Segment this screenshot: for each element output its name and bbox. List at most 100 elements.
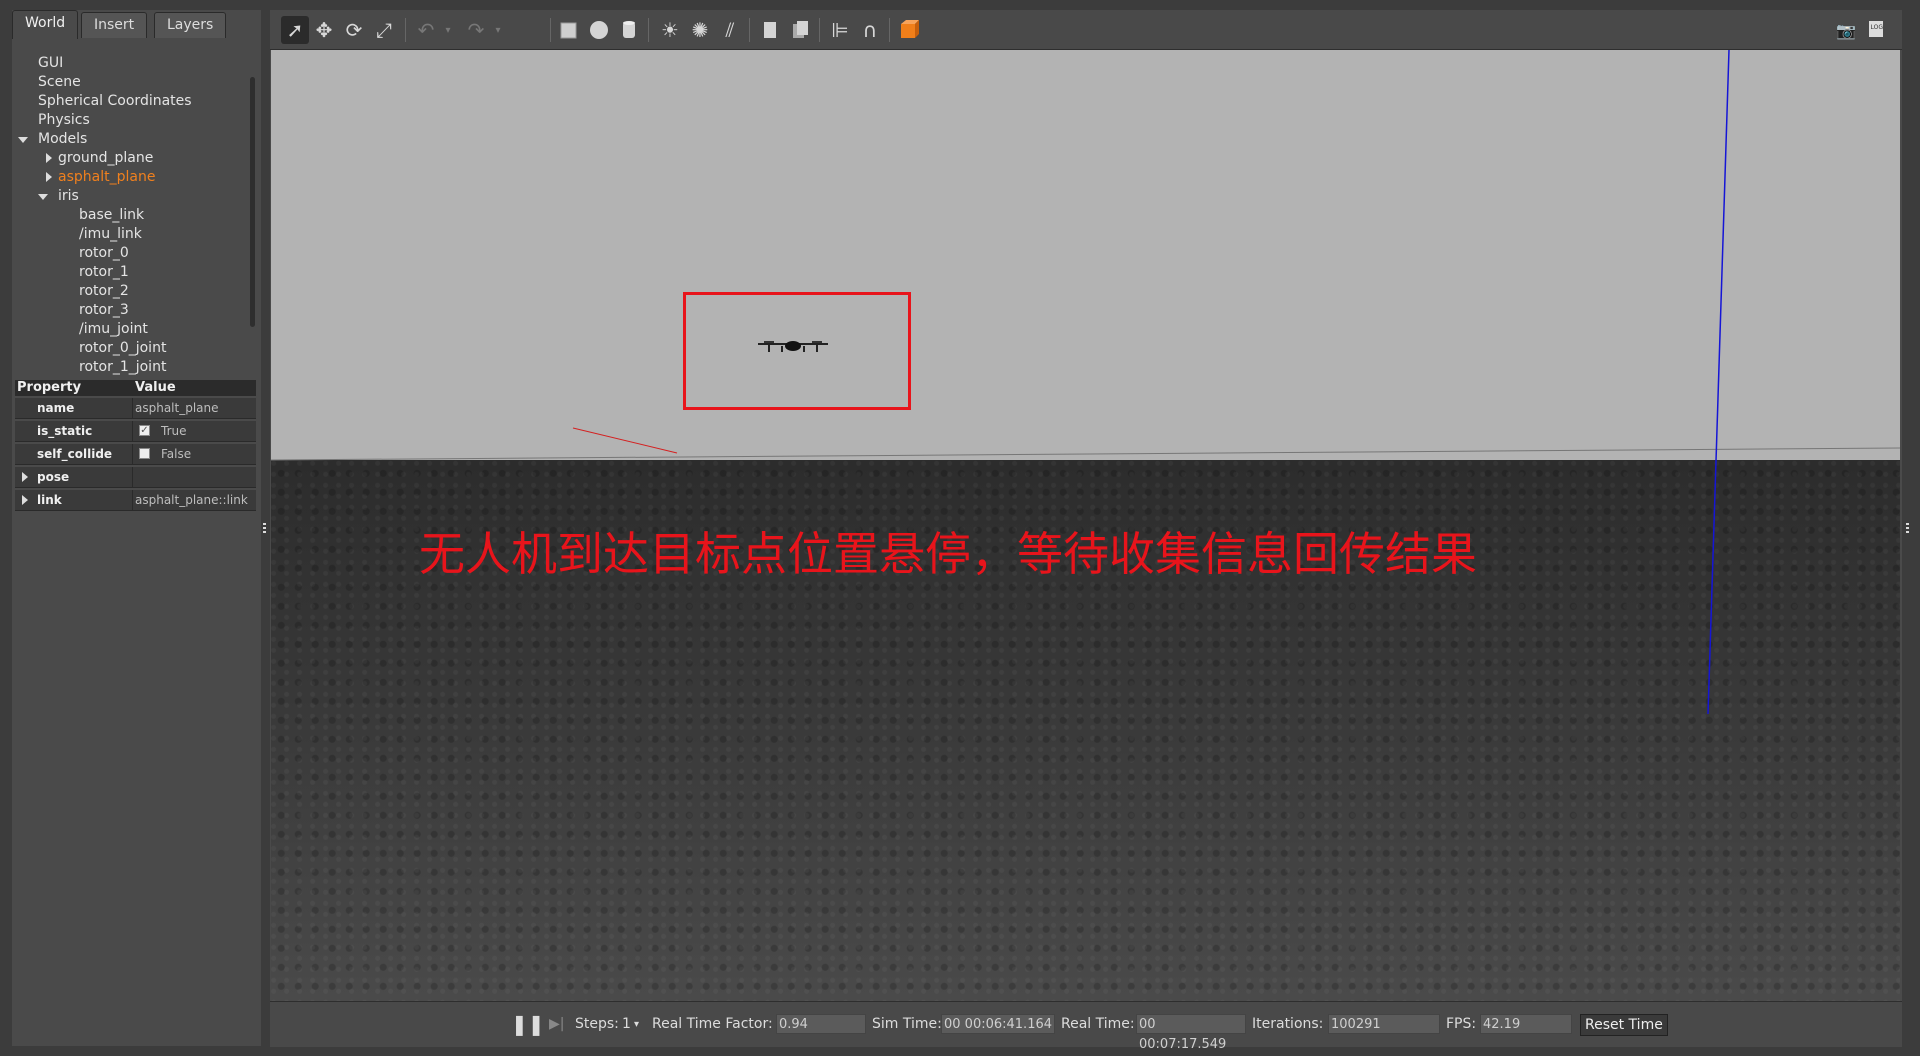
property-row-is-static[interactable]: is_static ✓ True [15, 421, 256, 442]
tree-item-scene[interactable]: Scene [38, 73, 81, 92]
sim-time-label: Sim Time: [872, 1016, 942, 1032]
property-key: pose [37, 470, 70, 484]
property-header: Property [17, 380, 82, 395]
collapse-arrow-icon[interactable] [18, 137, 28, 143]
property-row-name[interactable]: name asphalt_plane [15, 398, 256, 419]
reset-time-button[interactable]: Reset Time [1580, 1014, 1668, 1036]
tree-item-rotor-0-joint[interactable]: rotor_0_joint [79, 339, 166, 358]
tree-item-rotor-1-joint[interactable]: rotor_1_joint [79, 358, 166, 377]
expand-arrow-icon[interactable] [22, 495, 28, 505]
collapse-arrow-icon[interactable] [38, 194, 48, 200]
snap-icon[interactable]: ∩ [856, 16, 884, 44]
self-collide-checkbox[interactable] [139, 448, 150, 459]
horizon-line [271, 447, 1900, 461]
property-row-link[interactable]: link asphalt_plane::link [15, 490, 256, 511]
tree-scrollbar[interactable] [250, 77, 255, 327]
undo-dropdown-icon[interactable]: ▾ [434, 16, 462, 44]
rotate-icon[interactable]: ⟳ [340, 16, 368, 44]
real-time-factor-label: Real Time Factor: [652, 1016, 773, 1032]
tree-item-label: ground_plane [58, 150, 154, 166]
directional-light-icon[interactable]: ⫽ [716, 16, 744, 44]
toolbar: ➚ ✥ ⟳ ⤢ ↶ ▾ ↷ ▾ ☀ ✺ ⫽ ⊫ ∩ 📷 LOG [270, 10, 1902, 50]
left-splitter-handle[interactable] [263, 523, 266, 533]
value-header: Value [135, 380, 176, 395]
property-value: asphalt_plane [135, 401, 219, 415]
property-row-self-collide[interactable]: self_collide False [15, 444, 256, 465]
view-angle-icon[interactable] [896, 16, 924, 44]
sphere-icon[interactable] [585, 16, 613, 44]
tree-item-spherical-coordinates[interactable]: Spherical Coordinates [38, 92, 192, 111]
fps-field: 42.19 [1480, 1014, 1572, 1034]
tree-item-rotor-3[interactable]: rotor_3 [79, 301, 129, 320]
status-bar: ❚❚ ▶| Steps: 1 ▾ Real Time Factor: 0.94 … [270, 1001, 1902, 1052]
align-icon[interactable]: ⊫ [826, 16, 854, 44]
copy-icon[interactable] [756, 16, 784, 44]
tree-item-label: iris [58, 188, 79, 204]
tree-item-physics[interactable]: Physics [38, 111, 90, 130]
property-value: True [161, 424, 187, 438]
tree-item-imu-link[interactable]: /imu_link [79, 225, 142, 244]
tree-item-rotor-0[interactable]: rotor_0 [79, 244, 129, 263]
x-axis-line [572, 427, 678, 454]
property-key: self_collide [37, 447, 113, 461]
iterations-label: Iterations: [1252, 1016, 1324, 1032]
cylinder-icon[interactable] [615, 16, 643, 44]
tree-item-label: asphalt_plane [58, 169, 156, 185]
property-table-header: Property Value [15, 380, 256, 396]
redo-dropdown-icon[interactable]: ▾ [484, 16, 512, 44]
tree-item-gui[interactable]: GUI [38, 54, 63, 73]
tab-layers[interactable]: Layers [154, 12, 227, 38]
tree-item-asphalt-plane[interactable]: asphalt_plane [46, 168, 226, 187]
main-viewport-frame: ➚ ✥ ⟳ ⤢ ↶ ▾ ↷ ▾ ☀ ✺ ⫽ ⊫ ∩ 📷 LOG 无人机到达目标点… [270, 10, 1902, 1052]
screenshot-icon[interactable]: 📷 [1832, 16, 1860, 44]
property-key: name [37, 401, 75, 415]
tree-item-iris[interactable]: iris [38, 187, 218, 206]
property-value: asphalt_plane::link [135, 493, 248, 507]
expand-arrow-icon[interactable] [22, 472, 28, 482]
world-tree: GUI Scene Spherical Coordinates Physics … [12, 39, 261, 382]
tree-item-imu-joint[interactable]: /imu_joint [79, 320, 148, 339]
paste-icon[interactable] [786, 16, 814, 44]
real-time-field: 00 00:07:17.549 [1136, 1014, 1246, 1052]
fps-label: FPS: [1446, 1016, 1477, 1032]
scale-icon[interactable]: ⤢ [370, 16, 398, 44]
point-light-icon[interactable]: ☀ [656, 16, 684, 44]
pause-icon[interactable]: ❚❚ [511, 1002, 545, 1047]
property-table: Property Value name asphalt_plane is_sta… [15, 380, 256, 511]
3d-scene-viewport[interactable]: 无人机到达目标点位置悬停，等待收集信息回传结果 [271, 50, 1900, 1001]
tab-world[interactable]: World [12, 10, 79, 39]
z-axis-line [1707, 50, 1730, 715]
is-static-checkbox[interactable]: ✓ [139, 425, 150, 436]
property-key: link [37, 493, 62, 507]
tree-item-base-link[interactable]: base_link [79, 206, 144, 225]
property-row-pose[interactable]: pose [15, 467, 256, 488]
tree-item-rotor-1[interactable]: rotor_1 [79, 263, 129, 282]
expand-arrow-icon[interactable] [46, 153, 52, 163]
log-icon[interactable]: LOG [1862, 16, 1890, 44]
drone-icon[interactable] [754, 336, 832, 356]
steps-value[interactable]: 1 [622, 1002, 631, 1047]
tree-item-models-label: Models [38, 131, 88, 147]
iterations-field: 100291 [1328, 1014, 1440, 1034]
tree-item-rotor-2[interactable]: rotor_2 [79, 282, 129, 301]
svg-text:LOG: LOG [1871, 24, 1884, 31]
box-icon[interactable] [555, 16, 583, 44]
real-time-label: Real Time: [1061, 1016, 1135, 1032]
property-value: False [161, 447, 192, 461]
real-time-factor-field: 0.94 [776, 1014, 866, 1034]
right-splitter-handle[interactable] [1906, 523, 1909, 533]
steps-label: Steps: [575, 1016, 619, 1032]
select-arrow-icon[interactable]: ➚ [281, 16, 309, 44]
translate-icon[interactable]: ✥ [310, 16, 338, 44]
property-key: is_static [37, 424, 93, 438]
expand-arrow-icon[interactable] [46, 172, 52, 182]
left-panel: World Insert Layers GUI Scene Spherical … [12, 10, 261, 1046]
steps-dropdown-icon[interactable]: ▾ [634, 1002, 639, 1047]
tree-item-ground-plane[interactable]: ground_plane [46, 149, 226, 168]
tree-item-models[interactable]: Models [18, 130, 218, 149]
spot-light-icon[interactable]: ✺ [686, 16, 714, 44]
panel-tabs: World Insert Layers [12, 10, 261, 39]
annotation-text: 无人机到达目标点位置悬停，等待收集信息回传结果 [419, 527, 1477, 581]
tab-insert[interactable]: Insert [81, 12, 148, 38]
step-icon[interactable]: ▶| [549, 1002, 564, 1047]
